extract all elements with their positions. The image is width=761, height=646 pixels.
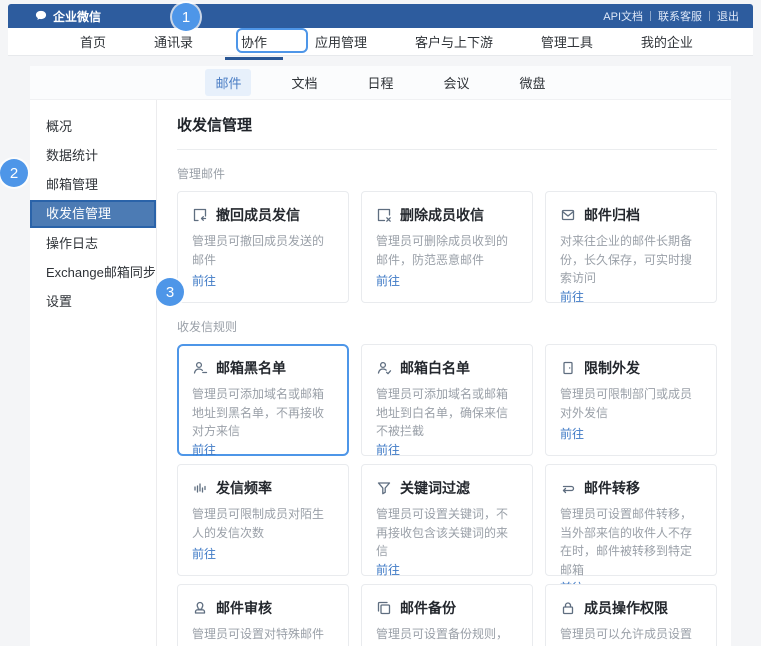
nav-item-my-company[interactable]: 我的企业: [639, 26, 695, 57]
go-link[interactable]: 前往: [192, 441, 334, 458]
section-label-manage-mail: 管理邮件: [177, 165, 717, 182]
stamp-icon: [192, 600, 208, 616]
card-desc: 管理员可限制成员对陌生人的发信次数: [192, 505, 334, 542]
card-mail-whitelist[interactable]: 邮箱白名单 管理员可添加域名或邮箱地址到白名单，确保来信不被拦截 前往: [361, 344, 533, 456]
card-member-permissions[interactable]: 成员操作权限 管理员可以允许成员设置邮件自动转发和恢复被删除的邮件 前往: [545, 584, 717, 646]
card-title: 邮件审核: [216, 598, 272, 618]
card-title: 邮件转移: [584, 478, 640, 498]
nav-item-customers[interactable]: 客户与上下游: [413, 26, 495, 57]
nav-item-admin-tools[interactable]: 管理工具: [539, 26, 595, 57]
sidebar-item-overview[interactable]: 概况: [30, 112, 156, 141]
card-desc: 管理员可删除成员收到的邮件，防范恶意邮件: [376, 232, 518, 269]
sidebar-item-mailbox-management[interactable]: 邮箱管理: [30, 170, 156, 199]
sidebar-item-statistics[interactable]: 数据统计: [30, 141, 156, 170]
frequency-icon: [192, 480, 208, 496]
card-title: 关键词过滤: [400, 478, 470, 498]
api-doc-link[interactable]: API文档: [603, 8, 643, 24]
card-desc: 管理员可设置邮件转移，当外部来信的收件人不存在时，邮件被转移到特定邮箱: [560, 505, 702, 579]
go-link[interactable]: 前往: [192, 272, 334, 289]
collab-subtabs: 邮件 文档 日程 会议 微盘: [30, 66, 731, 100]
card-desc: 管理员可设置关键词，不再接收包含该关键词的来信: [376, 505, 518, 561]
subtab-mail[interactable]: 邮件: [205, 69, 251, 96]
annotation-step-3-badge: 3: [156, 278, 184, 306]
card-title: 邮箱黑名单: [216, 358, 286, 378]
top-links: API文档 联系客服 退出: [603, 8, 739, 24]
sidebar-item-operation-log[interactable]: 操作日志: [30, 229, 156, 258]
go-link[interactable]: 前往: [376, 561, 518, 578]
brand-logo[interactable]: 企业微信: [34, 8, 101, 25]
copy-icon: [376, 600, 392, 616]
sidebar-item-send-receive-management[interactable]: 收发信管理: [30, 200, 156, 228]
nav-item-apps[interactable]: 应用管理: [313, 26, 369, 57]
card-title: 限制外发: [584, 358, 640, 378]
subtab-schedule[interactable]: 日程: [357, 69, 403, 96]
card-desc: 对来往企业的邮件长期备份，长久保存，可实时搜索访问: [560, 232, 702, 288]
go-link[interactable]: 前往: [376, 441, 518, 458]
card-mail-backup[interactable]: 邮件备份 管理员可设置备份规则，符合规则的邮件被复制一份到特定邮箱 前往: [361, 584, 533, 646]
card-title: 邮件归档: [584, 205, 640, 225]
card-title: 删除成员收信: [400, 205, 484, 225]
person-minus-icon: [192, 360, 208, 376]
annotation-step-2-badge: 2: [0, 159, 28, 187]
manage-mail-card-grid: 撤回成员发信 管理员可撤回成员发送的邮件 前往 删除成员收信 管理员可删除成员收…: [177, 191, 717, 303]
subtab-drive[interactable]: 微盘: [510, 69, 556, 96]
card-desc: 管理员可添加域名或邮箱地址到黑名单，不再接收对方来信: [192, 385, 334, 441]
top-bar: 企业微信 API文档 联系客服 退出: [8, 4, 753, 28]
admin-console-screen: 企业微信 API文档 联系客服 退出 首页 通讯录 协作 应用管理 客户与上下游…: [0, 0, 761, 646]
card-recall-member-mail[interactable]: 撤回成员发信 管理员可撤回成员发送的邮件 前往: [177, 191, 349, 303]
card-desc: 管理员可设置对特殊邮件进行审核，通过审核的邮件才可发送: [192, 625, 334, 646]
person-check-icon: [376, 360, 392, 376]
card-title: 发信频率: [216, 478, 272, 498]
divider: [177, 149, 717, 150]
mail-sidebar: 概况 数据统计 邮箱管理 收发信管理 操作日志 Exchange邮箱同步 设置: [30, 100, 157, 646]
card-mail-blacklist[interactable]: 邮箱黑名单 管理员可添加域名或邮箱地址到黑名单，不再接收对方来信 前往: [177, 344, 349, 456]
divider: [709, 11, 710, 21]
card-title: 撤回成员发信: [216, 205, 300, 225]
go-link[interactable]: 前往: [376, 272, 518, 289]
card-desc: 管理员可以允许成员设置邮件自动转发和恢复被删除的邮件: [560, 625, 702, 646]
subtab-meeting[interactable]: 会议: [434, 69, 480, 96]
main-nav: 首页 通讯录 协作 应用管理 客户与上下游 管理工具 我的企业: [8, 28, 753, 56]
chat-bubble-icon: [34, 9, 48, 23]
card-desc: 管理员可设置备份规则，符合规则的邮件被复制一份到特定邮箱: [376, 625, 518, 646]
sidebar-item-settings[interactable]: 设置: [30, 287, 156, 316]
go-link[interactable]: 前往: [560, 288, 702, 305]
card-delete-member-mail[interactable]: 删除成员收信 管理员可删除成员收到的邮件，防范恶意邮件 前往: [361, 191, 533, 303]
card-title: 邮箱白名单: [400, 358, 470, 378]
card-send-frequency[interactable]: 发信频率 管理员可限制成员对陌生人的发信次数 前往: [177, 464, 349, 576]
card-mail-review[interactable]: 邮件审核 管理员可设置对特殊邮件进行审核，通过审核的邮件才可发送 前往: [177, 584, 349, 646]
card-desc: 管理员可撤回成员发送的邮件: [192, 232, 334, 269]
door-icon: [560, 360, 576, 376]
lock-icon: [560, 600, 576, 616]
mail-delete-icon: [376, 207, 392, 223]
card-title: 邮件备份: [400, 598, 456, 618]
sidebar-item-exchange-sync[interactable]: Exchange邮箱同步: [30, 258, 156, 287]
card-desc: 管理员可添加域名或邮箱地址到白名单，确保来信不被拦截: [376, 385, 518, 441]
main-panel: 邮件 文档 日程 会议 微盘 概况 数据统计 邮箱管理 收发信管理 操作日志 E…: [30, 66, 731, 646]
divider: [650, 11, 651, 21]
funnel-icon: [376, 480, 392, 496]
card-title: 成员操作权限: [584, 598, 668, 618]
rules-card-grid: 邮箱黑名单 管理员可添加域名或邮箱地址到黑名单，不再接收对方来信 前往 邮箱白名…: [177, 344, 717, 646]
card-mail-transfer[interactable]: 邮件转移 管理员可设置邮件转移，当外部来信的收件人不存在时，邮件被转移到特定邮箱…: [545, 464, 717, 576]
subtab-docs[interactable]: 文档: [281, 69, 327, 96]
support-link[interactable]: 联系客服: [658, 8, 702, 24]
card-mail-archive[interactable]: 邮件归档 对来往企业的邮件长期备份，长久保存，可实时搜索访问 前往: [545, 191, 717, 303]
transfer-icon: [560, 480, 576, 496]
card-desc: 管理员可限制部门或成员对外发信: [560, 385, 702, 422]
logout-link[interactable]: 退出: [717, 8, 739, 24]
nav-item-collaboration[interactable]: 协作: [239, 26, 269, 57]
section-label-send-receive-rules: 收发信规则: [177, 318, 717, 335]
nav-item-home[interactable]: 首页: [78, 26, 108, 57]
page-title: 收发信管理: [177, 114, 717, 149]
card-keyword-filter[interactable]: 关键词过滤 管理员可设置关键词，不再接收包含该关键词的来信 前往: [361, 464, 533, 576]
mail-recall-icon: [192, 207, 208, 223]
annotation-step-1-badge: 1: [172, 3, 200, 31]
mail-archive-icon: [560, 207, 576, 223]
brand-logo-text: 企业微信: [53, 8, 101, 25]
content-area: 收发信管理 管理邮件 撤回成员发信 管理员可撤回成员发送的邮件 前往: [157, 100, 731, 646]
card-restrict-outgoing[interactable]: 限制外发 管理员可限制部门或成员对外发信 前往: [545, 344, 717, 456]
go-link[interactable]: 前往: [560, 425, 702, 442]
go-link[interactable]: 前往: [192, 545, 334, 562]
